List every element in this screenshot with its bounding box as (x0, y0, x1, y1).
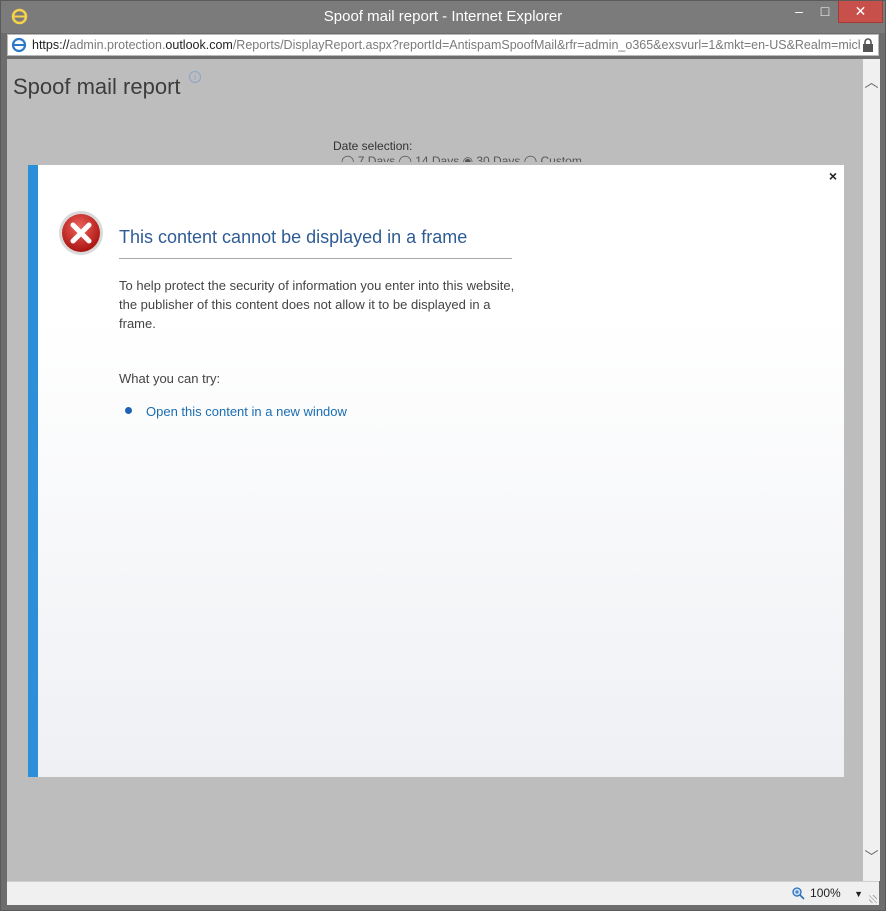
url-host-prefix: admin.protection. (69, 38, 166, 52)
minimize-button[interactable]: – (786, 1, 812, 23)
address-bar[interactable]: https://admin.protection.outlook.com/Rep… (7, 34, 879, 56)
ie-page-icon (11, 37, 27, 53)
window-title: Spoof mail report - Internet Explorer (323, 8, 563, 25)
close-window-button[interactable]: ✕ (838, 1, 883, 23)
status-bar: 100% ▼ (7, 881, 879, 905)
zoom-level: 100% (810, 886, 841, 900)
lock-icon[interactable] (862, 38, 874, 52)
vertical-scrollbar[interactable]: ︿ ﹀ (863, 59, 880, 881)
page-title: Spoof mail report (13, 74, 181, 99)
dialog-heading: This content cannot be displayed in a fr… (119, 227, 468, 247)
bullet-icon (125, 407, 132, 414)
error-icon (59, 211, 103, 255)
url-path: /Reports/DisplayReport.aspx?reportId=Ant… (232, 38, 860, 52)
zoom-control[interactable]: 100% ▼ (792, 886, 863, 900)
url-scheme: https:// (32, 38, 70, 52)
dialog-description: To help protect the security of informat… (119, 278, 515, 331)
date-selection-label: Date selection: (333, 139, 413, 153)
resize-grip[interactable] (869, 895, 877, 903)
info-icon[interactable]: i (189, 71, 201, 83)
title-bar: Spoof mail report - Internet Explorer – … (1, 1, 885, 33)
url-text[interactable]: https://admin.protection.outlook.com/Rep… (32, 38, 860, 52)
what-you-can-try-label: What you can try: (119, 371, 221, 386)
date-options[interactable]: ◯ 7 Days ◯ 14 Days ◉ 30 Days ◯ Custom (341, 154, 582, 162)
frame-error-dialog: × This content cannot be displayed in a … (28, 165, 844, 777)
open-in-new-window-link[interactable]: Open this content in a new window (146, 404, 347, 419)
divider (119, 258, 512, 259)
browser-window: Spoof mail report - Internet Explorer – … (0, 0, 886, 911)
maximize-button[interactable]: □ (812, 1, 838, 23)
zoom-icon (792, 887, 805, 900)
chevron-up-icon[interactable]: ︿ (863, 74, 880, 91)
close-icon[interactable]: × (826, 169, 840, 183)
chevron-down-icon[interactable]: ﹀ (863, 849, 880, 866)
url-host-main: outlook.com (165, 38, 233, 52)
chevron-down-icon[interactable]: ▼ (854, 889, 863, 899)
